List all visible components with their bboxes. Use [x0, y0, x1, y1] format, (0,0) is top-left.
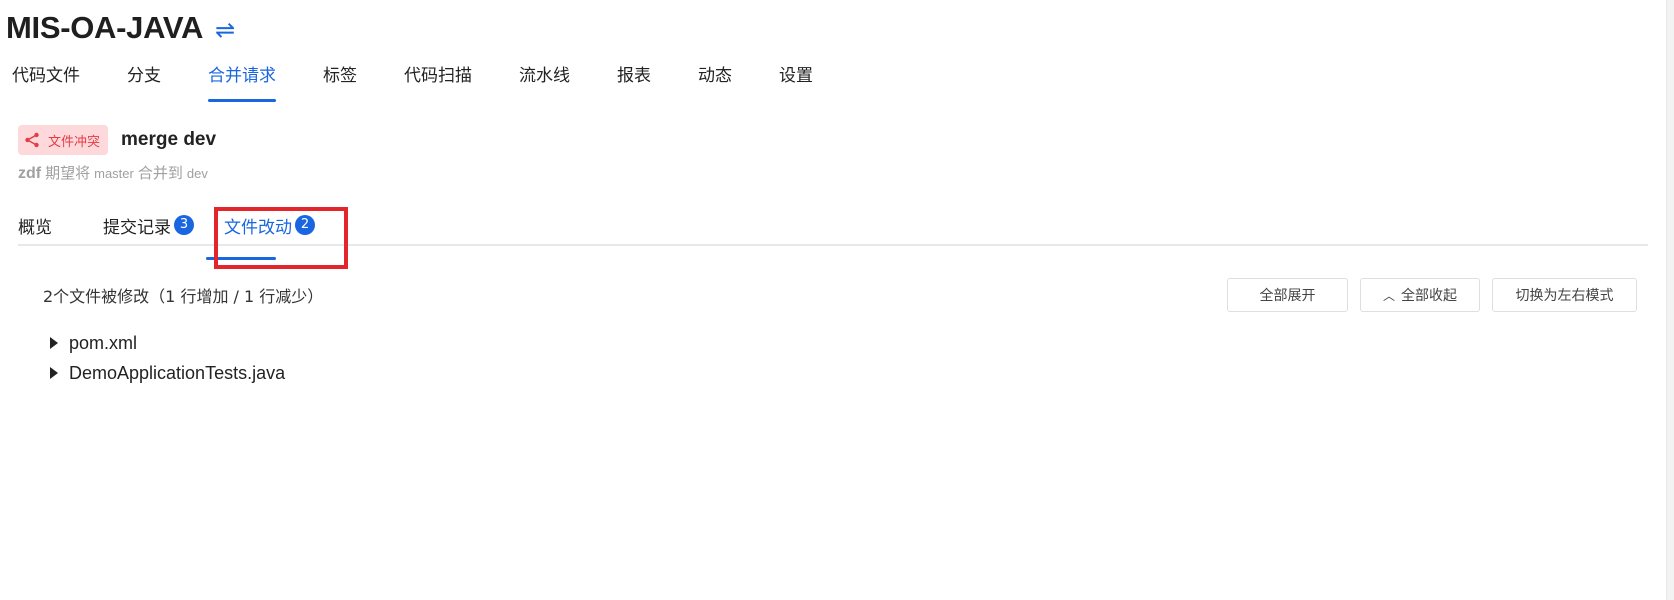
collapse-all-label: 全部收起 [1401, 288, 1457, 304]
swap-arrows-icon[interactable]: ⇌ [215, 18, 235, 42]
nav-item-reports[interactable]: 报表 [617, 62, 651, 102]
nav-item-merge-requests[interactable]: 合并请求 [208, 62, 276, 102]
nav-item-code-scan[interactable]: 代码扫描 [404, 62, 472, 102]
tab-commits-label: 提交记录 [103, 217, 171, 238]
expand-all-label: 全部展开 [1259, 288, 1316, 304]
chevron-up-icon: ︿ [1382, 288, 1395, 303]
nav-item-pipelines[interactable]: 流水线 [519, 62, 570, 102]
repo-header: MIS-OA-JAVA ⇌ [6, 10, 235, 46]
repo-nav: 代码文件 分支 合并请求 标签 代码扫描 流水线 报表 动态 设置 [12, 62, 861, 102]
merge-request-meta: zdf 期望将 master 合并到 dev [18, 162, 212, 183]
source-branch[interactable]: master [94, 166, 134, 181]
nav-item-branches[interactable]: 分支 [127, 62, 161, 102]
page: MIS-OA-JAVA ⇌ 代码文件 分支 合并请求 标签 代码扫描 流水线 报… [0, 0, 1674, 600]
status-badge-label: 文件冲突 [48, 134, 101, 150]
repo-title: MIS-OA-JAVA [6, 10, 204, 45]
switch-mode-label: 切换为左右模式 [1515, 288, 1614, 304]
file-name: DemoApplicationTests.java [69, 362, 286, 383]
diff-actions: 全部展开 ︿ 全部收起 切换为左右模式 [1215, 278, 1637, 312]
file-changes-count-badge: 2 [295, 215, 315, 235]
nav-item-activity[interactable]: 动态 [698, 62, 732, 102]
nav-item-code-files[interactable]: 代码文件 [12, 62, 80, 102]
expect-text: 期望将 [45, 165, 91, 182]
caret-right-icon [50, 367, 58, 379]
tab-file-changes[interactable]: 文件改动 2 [224, 210, 315, 240]
tab-commits[interactable]: 提交记录 3 [103, 210, 194, 240]
file-list: pom.xml DemoApplicationTests.java [50, 328, 285, 388]
collapse-all-button[interactable]: ︿ 全部收起 [1360, 278, 1480, 312]
merge-request-title: merge dev [121, 129, 217, 150]
merge-to-text: 合并到 [137, 165, 183, 182]
file-name: pom.xml [69, 332, 138, 353]
file-item[interactable]: pom.xml [50, 328, 285, 358]
tab-file-changes-label: 文件改动 [224, 217, 292, 238]
nav-item-settings[interactable]: 设置 [779, 62, 813, 102]
changes-summary: 2个文件被修改（1 行增加 / 1 行减少） [43, 287, 324, 306]
share-icon [25, 132, 39, 148]
switch-mode-button[interactable]: 切换为左右模式 [1492, 278, 1637, 312]
tab-overview-label: 概览 [18, 217, 52, 238]
vertical-scrollbar[interactable] [1666, 0, 1674, 600]
author-name[interactable]: zdf [18, 165, 41, 183]
active-tab-indicator [206, 257, 276, 260]
merge-request-header: 文件冲突 merge dev [18, 125, 216, 155]
caret-right-icon [50, 337, 58, 349]
commits-count-badge: 3 [174, 215, 194, 235]
nav-item-tags[interactable]: 标签 [323, 62, 357, 102]
status-badge: 文件冲突 [18, 125, 109, 155]
merge-request-tabs: 概览 提交记录 3 文件改动 2 [18, 200, 1648, 246]
target-branch[interactable]: dev [187, 166, 208, 181]
expand-all-button[interactable]: 全部展开 [1227, 278, 1348, 312]
tab-overview[interactable]: 概览 [18, 210, 52, 240]
file-item[interactable]: DemoApplicationTests.java [50, 358, 285, 388]
